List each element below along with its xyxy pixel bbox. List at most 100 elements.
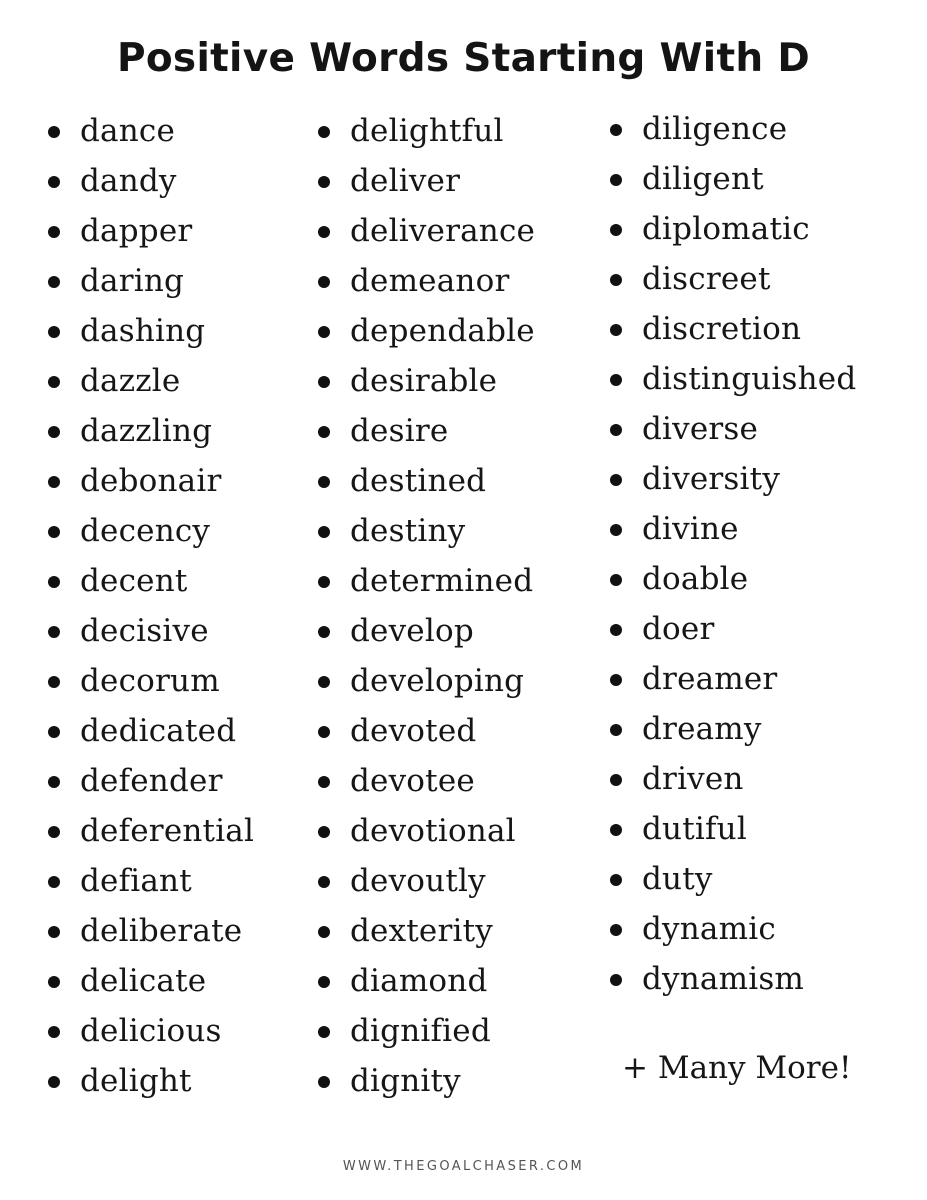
word-text: dance [80,113,175,149]
word-text: doable [642,561,749,597]
word-text: divine [642,511,739,547]
list-item: discreet [610,254,856,304]
bullet-icon [610,774,622,786]
bullet-icon [48,1026,60,1038]
list-item: dignity [318,1056,535,1106]
bullet-icon [318,676,330,688]
bullet-icon [318,276,330,288]
word-text: dazzling [80,413,213,449]
word-text: devotee [350,763,475,799]
bullet-icon [48,576,60,588]
word-text: duty [642,861,713,897]
word-text: developing [350,663,525,699]
word-text: diligent [642,161,764,197]
bullet-icon [48,976,60,988]
list-item: devotional [318,806,535,856]
word-text: deliver [350,163,461,199]
list-item: dashing [48,306,254,356]
word-text: distinguished [642,361,857,397]
word-text: dreamy [642,711,762,747]
word-text: desire [350,413,449,449]
bullet-icon [318,526,330,538]
word-text: discreet [642,261,771,297]
list-item: delicious [48,1006,254,1056]
word-text: diverse [642,411,759,447]
word-text: decorum [80,663,220,699]
list-item: destined [318,456,535,506]
list-item: determined [318,556,535,606]
word-list-column-1: dance dandy dapper daring dashing dazzle dazzl… [48,106,254,1106]
bullet-icon [610,674,622,686]
list-item: decent [48,556,254,606]
list-item: decorum [48,656,254,706]
bullet-icon [48,526,60,538]
list-item: dynamic [610,904,856,954]
word-text: dynamism [642,961,805,997]
bullet-icon [318,176,330,188]
list-item: delight [48,1056,254,1106]
list-item: daring [48,256,254,306]
bullet-icon [48,776,60,788]
word-text: deferential [80,813,255,849]
list-item: diligence [610,104,856,154]
word-text: dependable [350,313,535,349]
word-text: dynamic [642,911,776,947]
word-text: dexterity [350,913,493,949]
list-item: dependable [318,306,535,356]
word-list-column-2: delightful deliver deliverance demeanor depe… [318,106,535,1106]
list-item: defender [48,756,254,806]
website-footer: WWW.THEGOALCHASER.COM [342,1159,585,1174]
bullet-icon [318,576,330,588]
bullet-icon [610,874,622,886]
bullet-icon [318,976,330,988]
bullet-icon [610,424,622,436]
list-item: driven [610,754,856,804]
list-item: dynamism [610,954,856,1004]
bullet-icon [48,926,60,938]
list-item: duty [610,854,856,904]
bullet-icon [610,624,622,636]
list-item: destiny [318,506,535,556]
bullet-icon [318,776,330,788]
word-text: develop [350,613,474,649]
list-item: dreamer [610,654,856,704]
word-text: dedicated [80,713,237,749]
bullet-icon [318,226,330,238]
list-item: diamond [318,956,535,1006]
bullet-icon [318,426,330,438]
list-item: distinguished [610,354,856,404]
word-text: dandy [80,163,177,199]
list-item: devoutly [318,856,535,906]
bullet-icon [610,924,622,936]
word-text: dashing [80,313,206,349]
list-item: developing [318,656,535,706]
list-item: delicate [48,956,254,1006]
bullet-icon [48,426,60,438]
list-item: doer [610,604,856,654]
bullet-icon [318,626,330,638]
list-item: dazzling [48,406,254,456]
word-text: defender [80,763,223,799]
bullet-icon [48,126,60,138]
list-item: diplomatic [610,204,856,254]
word-text: diplomatic [642,211,810,247]
bullet-icon [48,326,60,338]
bullet-icon [318,476,330,488]
bullet-icon [48,476,60,488]
bullet-icon [610,124,622,136]
bullet-icon [48,226,60,238]
word-text: dutiful [642,811,747,847]
bullet-icon [48,176,60,188]
word-text: decent [80,563,188,599]
bullet-icon [48,1076,60,1088]
bullet-icon [318,376,330,388]
bullet-icon [318,1026,330,1038]
word-text: decisive [80,613,209,649]
bullet-icon [48,276,60,288]
list-item: deliver [318,156,535,206]
word-text: debonair [80,463,222,499]
word-text: discretion [642,311,802,347]
bullet-icon [610,274,622,286]
word-text: devoutly [350,863,486,899]
bullet-icon [610,324,622,336]
